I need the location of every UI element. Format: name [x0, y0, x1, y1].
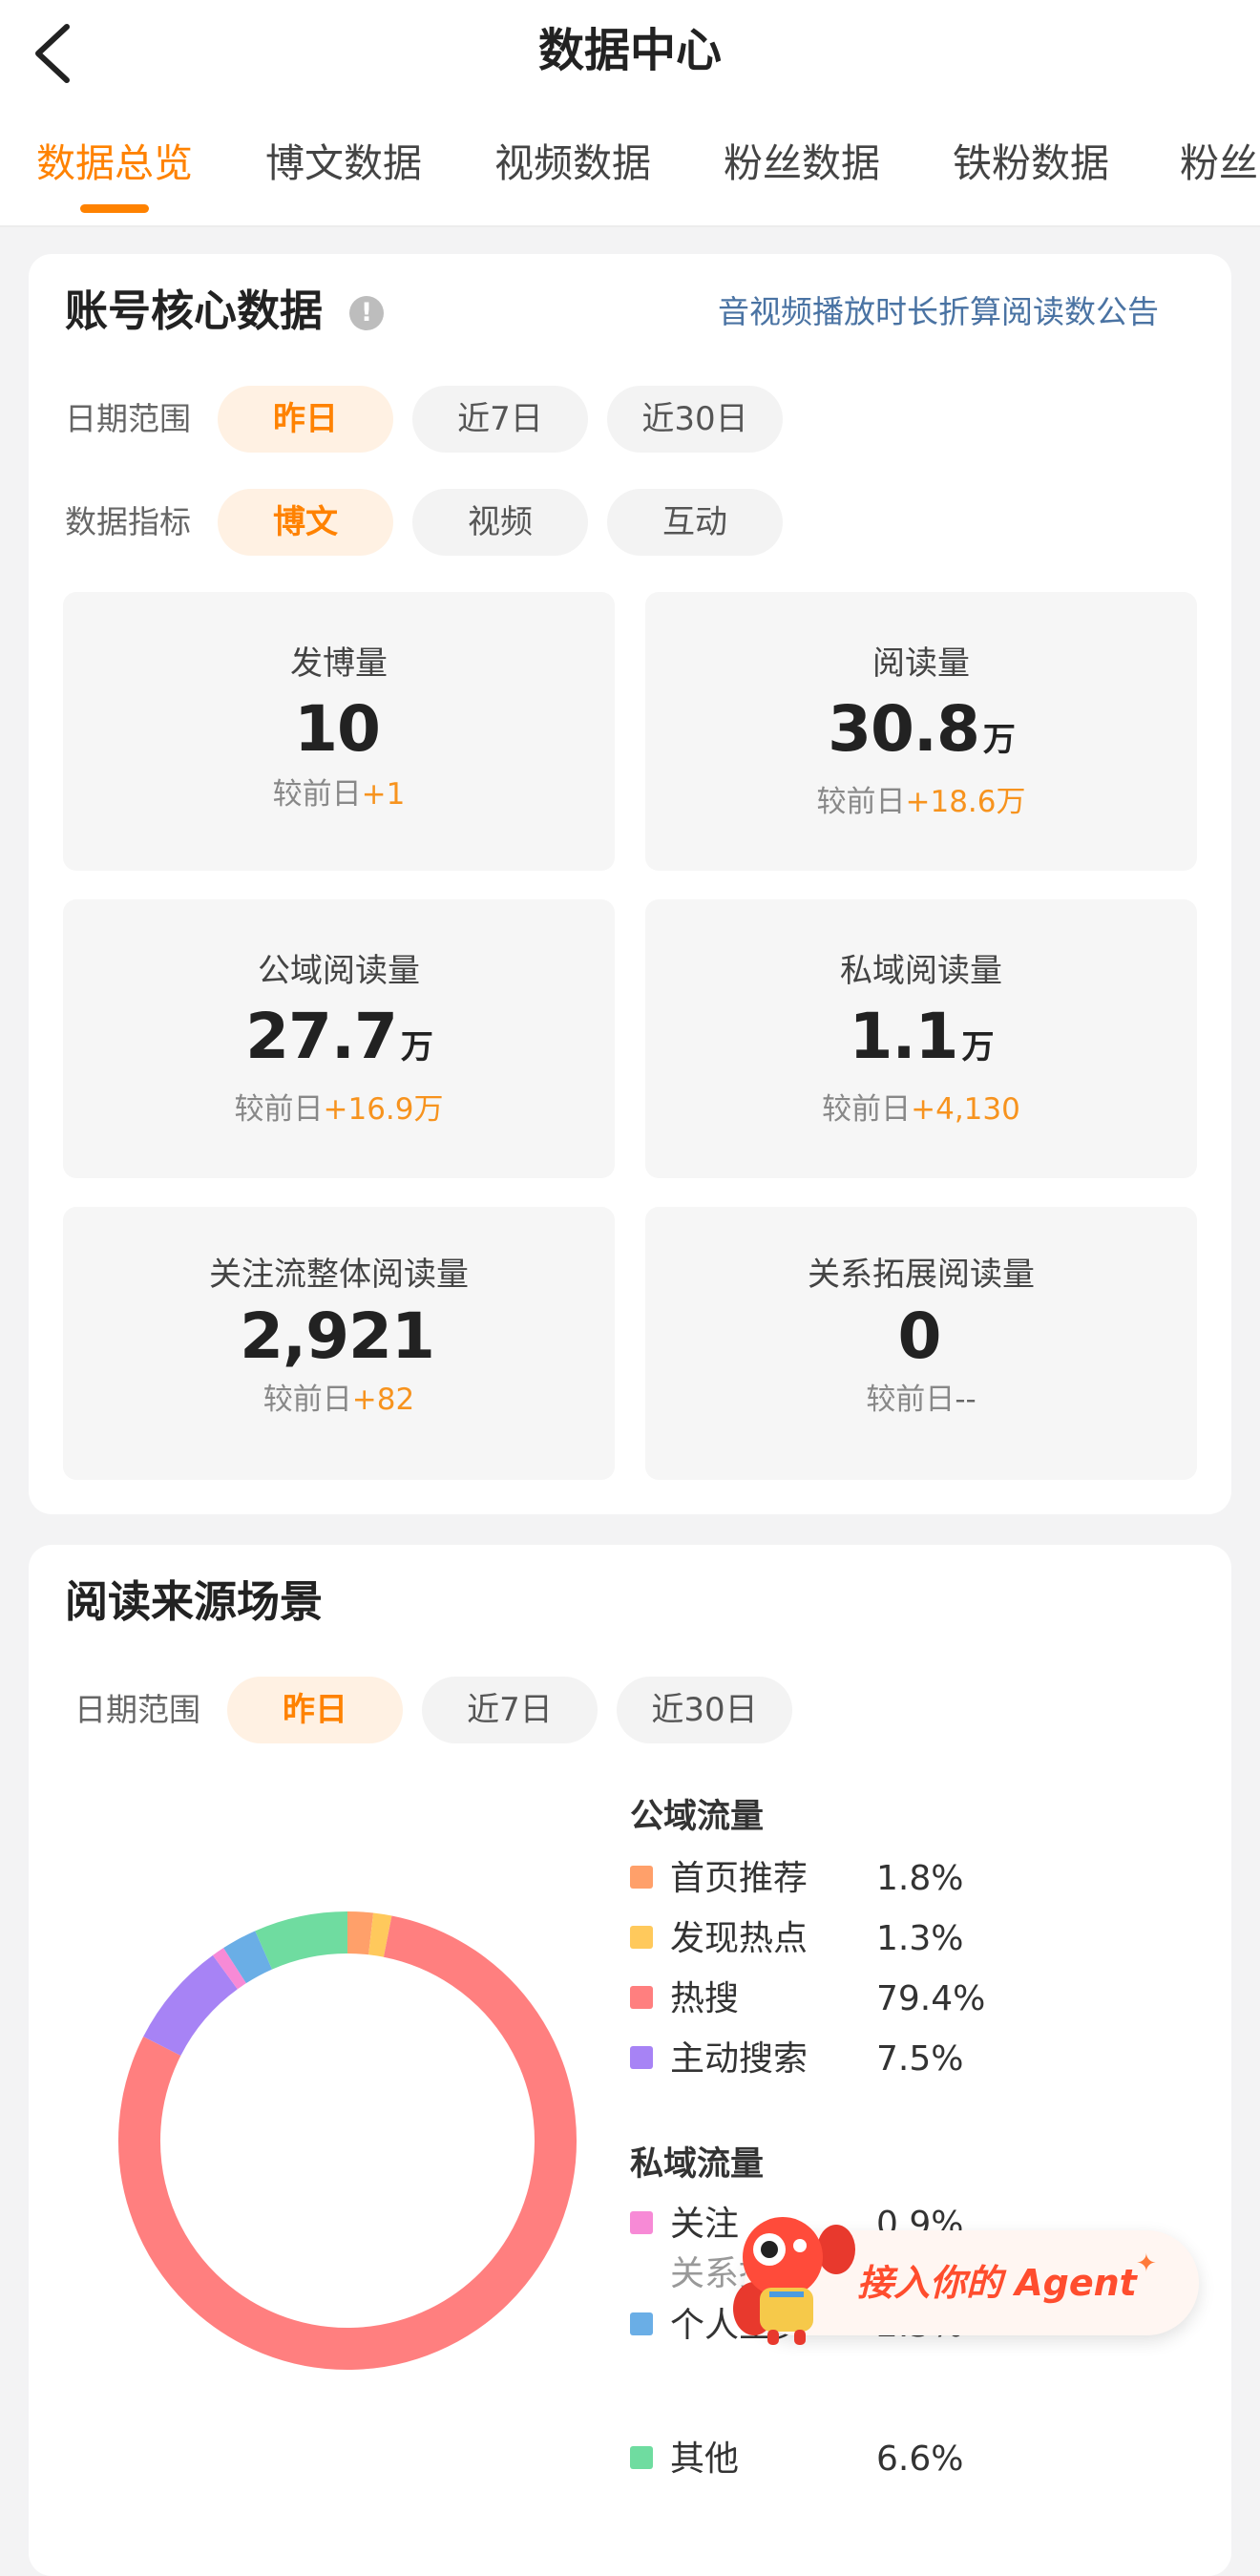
- donut-slice-2[interactable]: [368, 1912, 392, 1957]
- stat-post-count[interactable]: 发博量 10 较前日+1: [63, 592, 615, 871]
- date-range-label: 日期范围: [74, 1691, 200, 1728]
- stat-value: 1.1 万: [849, 1000, 995, 1073]
- read-source-donut-chart: [118, 1911, 577, 2370]
- stat-compare: 较前日+1: [272, 777, 406, 812]
- legend-name: 首页推荐: [670, 1859, 808, 1898]
- donut-slice-5[interactable]: [212, 1948, 247, 1990]
- private-traffic-title: 私域流量: [630, 2145, 765, 2184]
- stat-relation-reads[interactable]: 关系拓展阅读量 0 较前日--: [645, 1207, 1197, 1480]
- sparkle-icon: ✦: [1136, 2249, 1157, 2278]
- metric-option-video[interactable]: 视频: [412, 489, 588, 556]
- stat-label: 关注流整体阅读量: [209, 1256, 469, 1294]
- stat-compare: 较前日+16.9万: [234, 1092, 444, 1127]
- date-option-7d[interactable]: 近7日: [412, 386, 588, 453]
- core-data-card: 账号核心数据 ! 音视频播放时长折算阅读数公告 日期范围 昨日 近7日 近30日…: [29, 254, 1231, 1514]
- stat-value: 10: [294, 692, 381, 766]
- tab-overview[interactable]: 数据总览: [36, 134, 193, 193]
- legend: 公域流量 首页推荐 1.8% 发现热点 1.3% 热搜 79.4% 主动搜索 7…: [630, 1793, 1222, 2557]
- legend-item[interactable]: 首页推荐 1.8%: [630, 1852, 1203, 1906]
- agent-banner-text: 接入你的 Agent: [857, 2262, 1137, 2304]
- legend-name: 热搜: [670, 1979, 740, 2018]
- legend-pct: 1.3%: [876, 1919, 964, 1958]
- notice-link[interactable]: 音视频播放时长折算阅读数公告: [718, 288, 1159, 336]
- stat-label: 阅读量: [872, 644, 970, 683]
- stat-compare: 较前日+18.6万: [816, 785, 1026, 819]
- stat-compare: 较前日+4,130: [822, 1092, 1020, 1127]
- read-source-card: 阅读来源场景 日期范围 昨日 近7日 近30日 公域流量 首页推荐 1.8% 发…: [29, 1545, 1231, 2576]
- public-traffic-title: 公域流量: [630, 1798, 765, 1836]
- legend-pct: 1.8%: [876, 1859, 964, 1898]
- stat-reads[interactable]: 阅读量 30.8 万 较前日+18.6万: [645, 592, 1197, 871]
- core-data-title: 账号核心数据: [65, 285, 324, 336]
- stat-label: 私域阅读量: [840, 952, 1002, 990]
- donut-slice-1[interactable]: [346, 1911, 374, 1955]
- stat-label: 关系拓展阅读量: [808, 1256, 1035, 1294]
- metric-label: 数据指标: [65, 503, 191, 540]
- active-tab-indicator: [80, 204, 149, 213]
- tab-iron-fans-data[interactable]: 铁粉数据: [953, 134, 1109, 193]
- legend-name: 其他: [670, 2439, 740, 2479]
- donut-slice-4[interactable]: [143, 1954, 239, 2057]
- tab-fans-more[interactable]: 粉丝: [1180, 134, 1258, 193]
- date-option-30d[interactable]: 近30日: [617, 1677, 792, 1743]
- metric-option-interaction[interactable]: 互动: [607, 489, 783, 556]
- stat-value: 30.8 万: [828, 692, 1016, 766]
- tab-bar: 数据总览 博文数据 视频数据 粉丝数据 铁粉数据 粉丝: [0, 134, 1260, 220]
- legend-swatch: [630, 2211, 653, 2234]
- legend-pct: 7.5%: [876, 2039, 964, 2079]
- stat-value: 2,921: [240, 1299, 435, 1373]
- legend-item[interactable]: 主动搜索 7.5%: [630, 2033, 1203, 2086]
- tab-fans-data[interactable]: 粉丝数据: [724, 134, 880, 193]
- stat-label: 公域阅读量: [258, 952, 420, 990]
- legend-item[interactable]: 发现热点 1.3%: [630, 1912, 1203, 1966]
- legend-pct: 79.4%: [876, 1979, 986, 2018]
- legend-name: 发现热点: [670, 1919, 808, 1958]
- legend-pct: 6.6%: [876, 2439, 964, 2479]
- lobster-mascot-icon[interactable]: [716, 2196, 859, 2349]
- legend-item[interactable]: 热搜 79.4%: [630, 1973, 1203, 2026]
- date-option-yesterday[interactable]: 昨日: [227, 1677, 403, 1743]
- tab-video-data[interactable]: 视频数据: [494, 134, 651, 193]
- legend-swatch: [630, 1926, 653, 1949]
- info-icon[interactable]: !: [349, 296, 384, 330]
- donut-slice-6[interactable]: [223, 1931, 273, 1984]
- date-option-7d[interactable]: 近7日: [422, 1677, 598, 1743]
- legend-item[interactable]: 其他 6.6%: [630, 2433, 1203, 2486]
- legend-name: 主动搜索: [670, 2039, 808, 2079]
- metric-option-post[interactable]: 博文: [218, 489, 393, 556]
- stat-private-reads[interactable]: 私域阅读量 1.1 万 较前日+4,130: [645, 899, 1197, 1178]
- stat-compare: 较前日--: [866, 1383, 976, 1417]
- legend-swatch: [630, 2312, 653, 2335]
- legend-swatch: [630, 1986, 653, 2009]
- date-range-label: 日期范围: [65, 400, 191, 437]
- date-option-30d[interactable]: 近30日: [607, 386, 783, 453]
- stat-value: 0: [897, 1299, 942, 1373]
- tab-post-data[interactable]: 博文数据: [265, 134, 422, 193]
- page-title: 数据中心: [537, 24, 722, 77]
- stat-value: 27.7 万: [245, 1000, 433, 1073]
- top-bar: 数据中心 数据总览 博文数据 视频数据 粉丝数据 铁粉数据 粉丝: [0, 0, 1260, 227]
- donut-slice-7[interactable]: [255, 1911, 348, 1970]
- read-source-title: 阅读来源场景: [65, 1576, 324, 1627]
- stat-label: 发博量: [290, 644, 388, 683]
- date-option-yesterday[interactable]: 昨日: [218, 386, 393, 453]
- stat-follow-feed-reads[interactable]: 关注流整体阅读量 2,921 较前日+82: [63, 1207, 615, 1480]
- legend-swatch: [630, 1866, 653, 1889]
- legend-swatch: [630, 2446, 653, 2469]
- stat-compare: 较前日+82: [262, 1383, 415, 1417]
- stat-public-reads[interactable]: 公域阅读量 27.7 万 较前日+16.9万: [63, 899, 615, 1178]
- legend-swatch: [630, 2046, 653, 2069]
